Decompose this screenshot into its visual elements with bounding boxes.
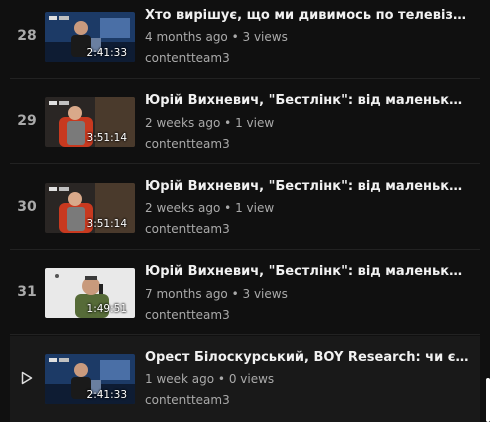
playlist-item-index: 31	[17, 284, 37, 300]
video-title[interactable]: Юрій Вихневич, "Бестлінк": від маленьког…	[145, 178, 470, 196]
video-thumbnail[interactable]: 3:51:14	[45, 183, 135, 233]
view-count: 1 view	[235, 201, 275, 215]
video-title[interactable]: Орест Білоскурський, BOY Research: чи є …	[145, 349, 470, 367]
playlist-item-index: 29	[17, 113, 37, 129]
video-duration: 3:51:14	[86, 132, 127, 144]
channel-name[interactable]: contentteam3	[145, 307, 470, 323]
video-duration: 2:41:33	[86, 47, 127, 59]
scrollbar-track[interactable]	[484, 0, 490, 422]
video-thumbnail[interactable]: 3:51:14	[45, 97, 135, 147]
video-age: 4 months ago	[145, 30, 228, 44]
channel-name[interactable]: contentteam3	[145, 392, 470, 408]
video-meta: 4 months ago • 3 views	[145, 30, 288, 44]
playlist-item-index: 28	[17, 28, 37, 44]
video-age: 2 weeks ago	[145, 201, 221, 215]
play-icon	[21, 371, 33, 385]
video-meta: 7 months ago • 3 views	[145, 287, 288, 301]
video-age: 1 week ago	[145, 372, 215, 386]
playlist-item[interactable]: 30 3:51:14 Юрій Вихневич, "Бестлінк": ві…	[10, 165, 480, 250]
video-meta: 2 weeks ago • 1 view	[145, 116, 275, 130]
view-count: 3 views	[242, 30, 288, 44]
channel-name[interactable]: contentteam3	[145, 50, 470, 66]
video-duration: 1:49:51	[86, 303, 127, 315]
video-thumbnail[interactable]: 2:41:33	[45, 12, 135, 62]
view-count: 3 views	[242, 287, 288, 301]
channel-name[interactable]: contentteam3	[145, 221, 470, 237]
video-duration: 2:41:33	[86, 389, 127, 401]
channel-name[interactable]: contentteam3	[145, 136, 470, 152]
playlist-panel: 28 2:41:33 Хто вирішує, що ми дивимось п…	[10, 0, 490, 422]
video-meta: 2 weeks ago • 1 view	[145, 201, 275, 215]
video-title[interactable]: Хто вирішує, що ми дивимось по телевізор…	[145, 7, 470, 25]
video-title[interactable]: Юрій Вихневич, "Бестлінк": від маленьког…	[145, 92, 470, 110]
view-count: 1 view	[235, 116, 275, 130]
video-thumbnail[interactable]: 2:41:33	[45, 354, 135, 404]
view-count: 0 views	[228, 372, 275, 386]
playlist-item[interactable]: 28 2:41:33 Хто вирішує, що ми дивимось п…	[10, 0, 480, 79]
playlist-item[interactable]: 31 1:49:51 Юрій Вихневич, "Бестлінк": ві…	[10, 250, 480, 335]
video-meta: 1 week ago • 0 views	[145, 372, 275, 386]
video-title[interactable]: Юрій Вихневич, "Бестлінк": від маленьког…	[145, 263, 470, 281]
playlist-item-index: 30	[17, 199, 37, 215]
video-age: 7 months ago	[145, 287, 228, 301]
playlist-item[interactable]: 29 3:51:14 Юрій Вихневич, "Бестлінк": ві…	[10, 79, 480, 164]
video-age: 2 weeks ago	[145, 116, 221, 130]
video-thumbnail[interactable]: 1:49:51	[45, 268, 135, 318]
video-duration: 3:51:14	[86, 218, 127, 230]
playlist-item-current[interactable]: 2:41:33 Орест Білоскурський, BOY Researc…	[10, 336, 480, 422]
scrollbar-thumb[interactable]	[486, 378, 490, 422]
